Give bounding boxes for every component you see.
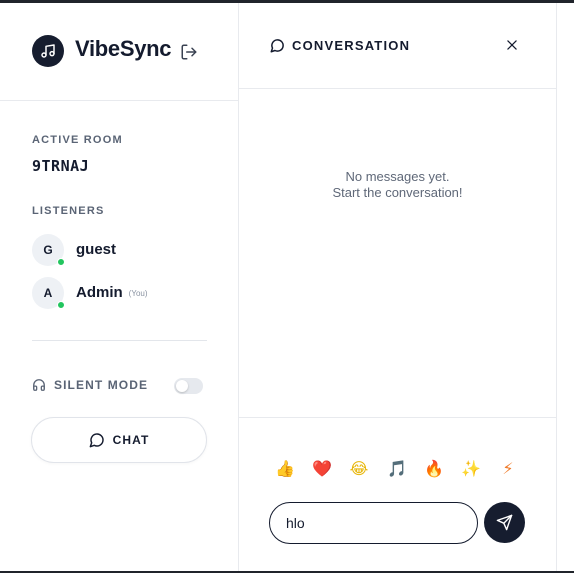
conversation-header: CONVERSATION	[239, 3, 556, 89]
listener-item: G guest	[32, 234, 232, 268]
chat-bubble-icon	[89, 433, 104, 448]
emoji-music[interactable]: 🎵	[385, 458, 409, 480]
emoji-sparkles[interactable]: ✨	[459, 458, 483, 480]
empty-state-line: No messages yet.	[345, 169, 450, 184]
music-note-icon	[32, 35, 64, 67]
online-status-dot	[57, 301, 65, 309]
emoji-laughing[interactable]: 😂	[347, 458, 371, 480]
headphones-icon	[32, 378, 46, 392]
chat-button[interactable]: CHAT	[31, 417, 207, 463]
you-badge: (You)	[128, 288, 148, 298]
silent-mode-row: SILENT MODE	[32, 375, 208, 395]
listener-name: guest	[76, 241, 117, 258]
active-room-label: ACTIVE ROOM	[32, 134, 123, 146]
silent-mode-label: SILENT MODE	[54, 378, 149, 392]
emoji-fire[interactable]: 🔥	[422, 458, 446, 480]
empty-state-line: Start the conversation!	[332, 185, 463, 200]
send-button[interactable]	[484, 502, 525, 543]
app-name: VibeSync	[75, 36, 172, 61]
listeners-label: LISTENERS	[32, 205, 105, 217]
conversation-panel: CONVERSATION No messages yet. Start the …	[239, 3, 557, 571]
chat-bubble-icon	[270, 39, 284, 53]
empty-state: No messages yet. Start the conversation!	[239, 169, 556, 201]
silent-mode-toggle[interactable]	[174, 378, 203, 394]
brand-header: VibeSync	[0, 3, 238, 101]
emoji-heart[interactable]: ❤️	[310, 458, 334, 480]
send-icon	[496, 514, 513, 531]
emoji-thumbs-up[interactable]: 👍	[273, 458, 297, 480]
sidebar: VibeSync ACTIVE ROOM 9TRNAJ LISTENERS G …	[0, 3, 239, 571]
conversation-title: CONVERSATION	[292, 38, 411, 53]
close-icon[interactable]	[505, 38, 519, 52]
toggle-knob	[176, 380, 188, 392]
message-input[interactable]	[269, 502, 478, 544]
online-status-dot	[57, 258, 65, 266]
room-code: 9TRNAJ	[32, 157, 90, 175]
listener-item: A Admin (You)	[32, 277, 232, 311]
chat-button-label: CHAT	[112, 433, 150, 447]
composer: 👍 ❤️ 😂 🎵 🔥 ✨ ⚡	[239, 417, 556, 571]
emoji-lightning[interactable]: ⚡	[496, 458, 520, 480]
logout-icon[interactable]	[180, 43, 198, 61]
sidebar-divider	[32, 340, 207, 341]
listener-name: Admin (You)	[76, 284, 148, 301]
